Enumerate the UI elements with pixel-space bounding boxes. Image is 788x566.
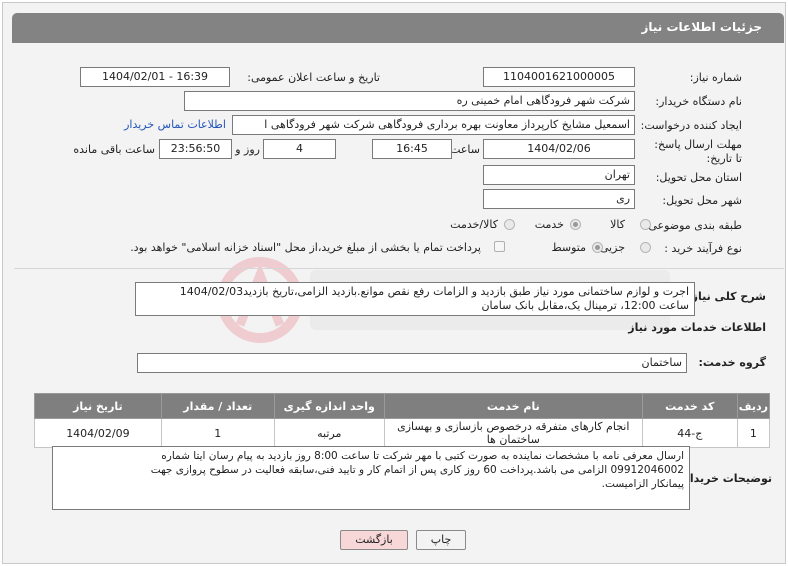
remaining-days-field: 4 (263, 139, 336, 159)
buyer-contact-link[interactable]: اطلاعات تماس خریدار (124, 118, 226, 131)
deadline-label: مهلت ارسال پاسخ: تا تاریخ: (654, 138, 742, 165)
purchase-option-minor: جزیی (599, 241, 625, 254)
cell-date: 1404/02/09 (34, 418, 162, 448)
city-field: ری (483, 189, 635, 209)
col-unit: واحد اندازه گیری (273, 393, 385, 419)
remaining-days-label: روز و (235, 143, 260, 156)
need-number-label: شماره نیاز: (689, 71, 742, 84)
city-label: شهر محل تحویل: (662, 194, 742, 207)
summary-line-1: اجرت و لوازم ساختمانی مورد نیاز طبق بازد… (179, 285, 689, 298)
page-header: جزئیات اطلاعات نیاز (12, 13, 784, 43)
category-option-goods: کالا (610, 218, 625, 231)
purchase-type-label: نوع فرآیند خرید : (664, 242, 742, 255)
deadline-time-label: ساعت (450, 143, 480, 156)
buyer-notes-line-3: پیمانکار الزامیست. (601, 478, 684, 490)
col-row: ردیف (736, 393, 771, 419)
remaining-time-field: 23:56:50 (159, 139, 232, 159)
purchase-option-medium: متوسط (551, 241, 586, 254)
category-radio-service[interactable] (570, 219, 581, 230)
col-name: نام خدمت (383, 393, 643, 419)
purchase-radio-minor[interactable] (640, 242, 651, 253)
summary-label: شرح کلی نیاز: (687, 290, 766, 303)
cell-qty: 1 (160, 418, 275, 448)
services-table: ردیف کد خدمت نام خدمت واحد اندازه گیری ت… (34, 393, 771, 448)
category-option-goods-service: کالا/خدمت (450, 218, 498, 231)
col-code: کد خدمت (641, 393, 738, 419)
treasury-note: پرداخت تمام یا بخشی از مبلغ خرید،از محل … (130, 241, 481, 254)
cell-unit: مرتبه (273, 418, 385, 448)
creator-field: اسمعیل مشایخ کارپرداز معاونت بهره برداری… (232, 115, 635, 135)
remaining-time-label: ساعت باقی مانده (73, 143, 155, 156)
col-qty: تعداد / مقدار (160, 393, 275, 419)
print-button[interactable]: چاپ (416, 530, 466, 550)
buyer-notes-textarea: ارسال معرفی نامه با مشخصات نماینده به صو… (52, 446, 690, 510)
category-radio-goods[interactable] (640, 219, 651, 230)
services-title: اطلاعات خدمات مورد نیاز (628, 321, 766, 334)
treasury-checkbox[interactable] (494, 241, 505, 252)
table-header-row: ردیف کد خدمت نام خدمت واحد اندازه گیری ت… (34, 393, 771, 419)
buyer-notes-line-1: ارسال معرفی نامه با مشخصات نماینده به صو… (161, 450, 684, 462)
category-option-service: خدمت (534, 218, 564, 231)
purchase-radio-medium[interactable] (592, 242, 603, 253)
summary-line-2: ساعت 12:00، ترمینال یک،مقابل بانک سامان (481, 299, 689, 312)
province-field: تهران (483, 165, 635, 185)
cell-row: 1 (736, 418, 771, 448)
back-button[interactable]: بازگشت (340, 530, 408, 550)
creator-label: ایجاد کننده درخواست: (640, 119, 742, 132)
buyer-notes-label: توضیحات خریدار: (679, 472, 772, 485)
need-number-field: 1104001621000005 (483, 67, 635, 87)
buyer-org-field: شرکت شهر فرودگاهی امام خمینی ره (184, 91, 635, 111)
category-label: طبقه بندی موضوعی: (644, 219, 742, 232)
cell-name: انجام کارهای متفرقه درخصوص بازسازی و بهس… (383, 418, 643, 448)
summary-textarea: اجرت و لوازم ساختمانی مورد نیاز طبق بازد… (135, 282, 695, 316)
table-row: 1 ج-44 انجام کارهای متفرقه درخصوص بازساز… (34, 418, 771, 448)
announce-datetime-field: 1404/02/01 - 16:39 (80, 67, 230, 87)
category-radio-goods-service[interactable] (504, 219, 515, 230)
buyer-org-label: نام دستگاه خریدار: (655, 95, 742, 108)
announce-datetime-label: تاریخ و ساعت اعلان عمومی: (247, 71, 380, 84)
service-group-field: ساختمان (137, 353, 687, 373)
cell-code: ج-44 (641, 418, 738, 448)
buyer-notes-line-2: 09912046002 الزامی می باشد.پرداخت 60 روز… (150, 464, 684, 476)
page-title: جزئیات اطلاعات نیاز (641, 20, 762, 34)
deadline-time-field: 16:45 (372, 139, 452, 159)
col-date: تاریخ نیاز (34, 393, 162, 419)
deadline-date-field: 1404/02/06 (483, 139, 635, 159)
province-label: استان محل تحویل: (655, 171, 742, 184)
service-group-label: گروه خدمت: (698, 356, 766, 369)
section-divider (14, 268, 784, 269)
